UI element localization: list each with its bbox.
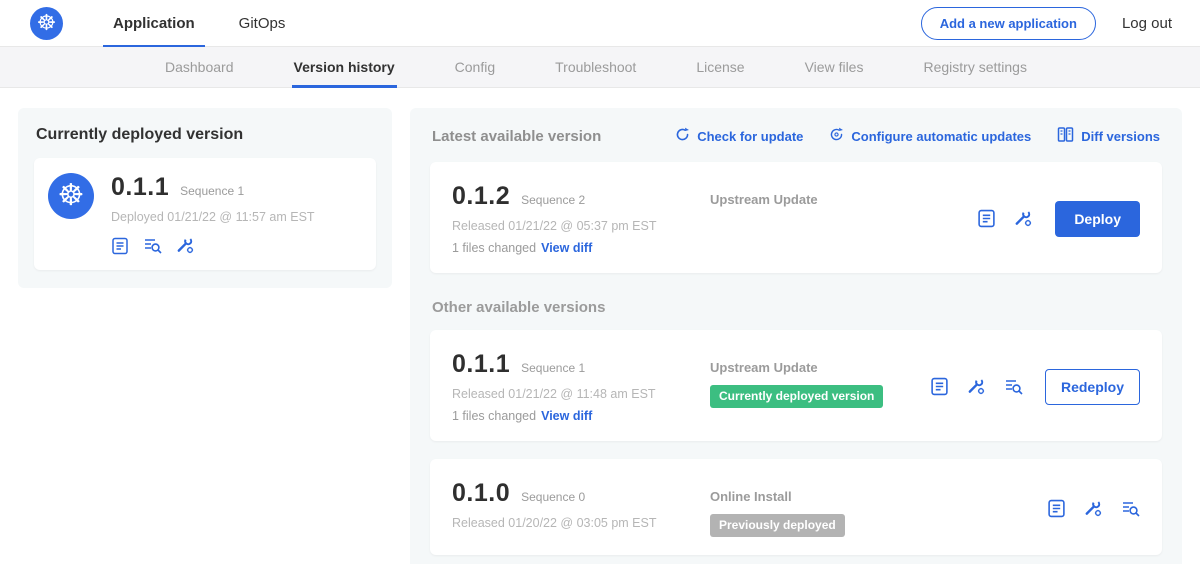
version-card-0-1-2: 0.1.2 Sequence 2 Released 01/21/22 @ 05:… — [430, 162, 1162, 273]
latest-version-header: Latest available version Check for updat… — [432, 126, 1160, 146]
version-actions: Deploy — [977, 201, 1140, 237]
version-info: 0.1.1 Sequence 1 Released 01/21/22 @ 11:… — [452, 350, 710, 423]
version-source: Upstream Update Currently deployed versi… — [710, 350, 930, 423]
view-diff-link[interactable]: View diff — [541, 409, 592, 423]
deployed-version-info: 0.1.1 Sequence 1 Deployed 01/21/22 @ 11:… — [111, 173, 315, 255]
tab-application-label: Application — [113, 15, 195, 32]
top-navbar: ☸ Application GitOps Add a new applicati… — [0, 0, 1200, 47]
check-for-update-link[interactable]: Check for update — [675, 127, 803, 145]
subnav-tab-dashboard[interactable]: Dashboard — [163, 47, 236, 87]
other-versions-title: Other available versions — [432, 299, 1160, 316]
version-info: 0.1.2 Sequence 2 Released 01/21/22 @ 05:… — [452, 182, 710, 255]
config-wrench-icon[interactable] — [1084, 499, 1103, 518]
diff-icon[interactable] — [143, 236, 162, 255]
kubernetes-logo: ☸ — [30, 7, 63, 40]
subnav-tab-config[interactable]: Config — [453, 47, 497, 87]
latest-version-title: Latest available version — [432, 128, 601, 145]
subnav-tab-troubleshoot[interactable]: Troubleshoot — [553, 47, 638, 87]
version-card-0-1-0: 0.1.0 Sequence 0 Released 01/20/22 @ 03:… — [430, 459, 1162, 555]
navbar-right: Add a new application Log out — [921, 0, 1172, 46]
primary-nav: Application GitOps — [103, 0, 319, 46]
subnav-tab-version-history[interactable]: Version history — [292, 47, 397, 87]
version-history-panel: Latest available version Check for updat… — [410, 108, 1182, 564]
add-application-button[interactable]: Add a new application — [921, 7, 1096, 40]
release-notes-icon[interactable] — [1047, 499, 1066, 518]
source-label: Upstream Update — [710, 360, 930, 375]
config-wrench-icon[interactable] — [176, 236, 195, 255]
released-timestamp: Released 01/21/22 @ 05:37 pm EST — [452, 219, 710, 233]
currently-deployed-panel: Currently deployed version ☸ 0.1.1 Seque… — [18, 108, 392, 288]
previously-deployed-badge: Previously deployed — [710, 514, 845, 537]
released-timestamp: Released 01/20/22 @ 03:05 pm EST — [452, 516, 710, 530]
version-source: Online Install Previously deployed — [710, 479, 1047, 537]
logout-link[interactable]: Log out — [1122, 15, 1172, 32]
diff-icon[interactable] — [1121, 499, 1140, 518]
version-info: 0.1.0 Sequence 0 Released 01/20/22 @ 03:… — [452, 479, 710, 537]
sequence-label: Sequence 1 — [521, 361, 585, 375]
version-actions — [1047, 499, 1140, 518]
release-notes-icon[interactable] — [930, 377, 949, 396]
sequence-label: Sequence 0 — [521, 490, 585, 504]
subnav-tab-registry-settings[interactable]: Registry settings — [921, 47, 1028, 87]
deploy-button[interactable]: Deploy — [1055, 201, 1140, 237]
tab-application[interactable]: Application — [103, 0, 205, 46]
kubernetes-wheel-icon: ☸ — [37, 12, 57, 34]
tab-gitops-label: GitOps — [239, 15, 286, 32]
deployed-version-card: ☸ 0.1.1 Sequence 1 Deployed 01/21/22 @ 1… — [34, 158, 376, 270]
released-timestamp: Released 01/21/22 @ 11:48 am EST — [452, 387, 710, 401]
config-wrench-icon[interactable] — [967, 377, 986, 396]
release-notes-icon[interactable] — [111, 237, 129, 255]
source-label: Online Install — [710, 489, 1047, 504]
currently-deployed-badge: Currently deployed version — [710, 385, 883, 408]
diff-versions-link[interactable]: Diff versions — [1057, 126, 1160, 146]
files-changed: 1 files changedView diff — [452, 409, 710, 423]
app-subnav: Dashboard Version history Config Trouble… — [0, 47, 1200, 88]
app-logo: ☸ — [48, 173, 94, 219]
version-actions: Redeploy — [930, 369, 1140, 405]
subnav-tab-view-files[interactable]: View files — [803, 47, 866, 87]
version-card-0-1-1: 0.1.1 Sequence 1 Released 01/21/22 @ 11:… — [430, 330, 1162, 441]
view-diff-link[interactable]: View diff — [541, 241, 592, 255]
auto-update-gear-icon — [829, 127, 844, 145]
tab-gitops[interactable]: GitOps — [229, 0, 296, 46]
redeploy-button[interactable]: Redeploy — [1045, 369, 1140, 405]
sequence-label: Sequence 2 — [521, 193, 585, 207]
release-notes-icon[interactable] — [977, 209, 996, 228]
configure-auto-updates-link[interactable]: Configure automatic updates — [829, 127, 1031, 145]
version-number: 0.1.2 — [452, 182, 510, 211]
source-label: Upstream Update — [710, 192, 977, 207]
diff-panes-icon — [1057, 126, 1074, 146]
version-source: Upstream Update — [710, 182, 977, 255]
deployed-version-number: 0.1.1 — [111, 173, 169, 202]
deployed-sequence-label: Sequence 1 — [180, 184, 244, 198]
version-header-actions: Check for update Configure automatic upd… — [675, 126, 1160, 146]
currently-deployed-title: Currently deployed version — [36, 126, 376, 144]
deployed-timestamp: Deployed 01/21/22 @ 11:57 am EST — [111, 210, 315, 224]
diff-icon[interactable] — [1004, 377, 1023, 396]
config-wrench-icon[interactable] — [1014, 209, 1033, 228]
subnav-tab-license[interactable]: License — [694, 47, 746, 87]
main-content: Currently deployed version ☸ 0.1.1 Seque… — [0, 88, 1200, 564]
version-number: 0.1.1 — [452, 350, 510, 379]
refresh-icon — [675, 127, 690, 145]
version-number: 0.1.0 — [452, 479, 510, 508]
kubernetes-wheel-icon: ☸ — [58, 181, 85, 211]
files-changed: 1 files changedView diff — [452, 241, 710, 255]
